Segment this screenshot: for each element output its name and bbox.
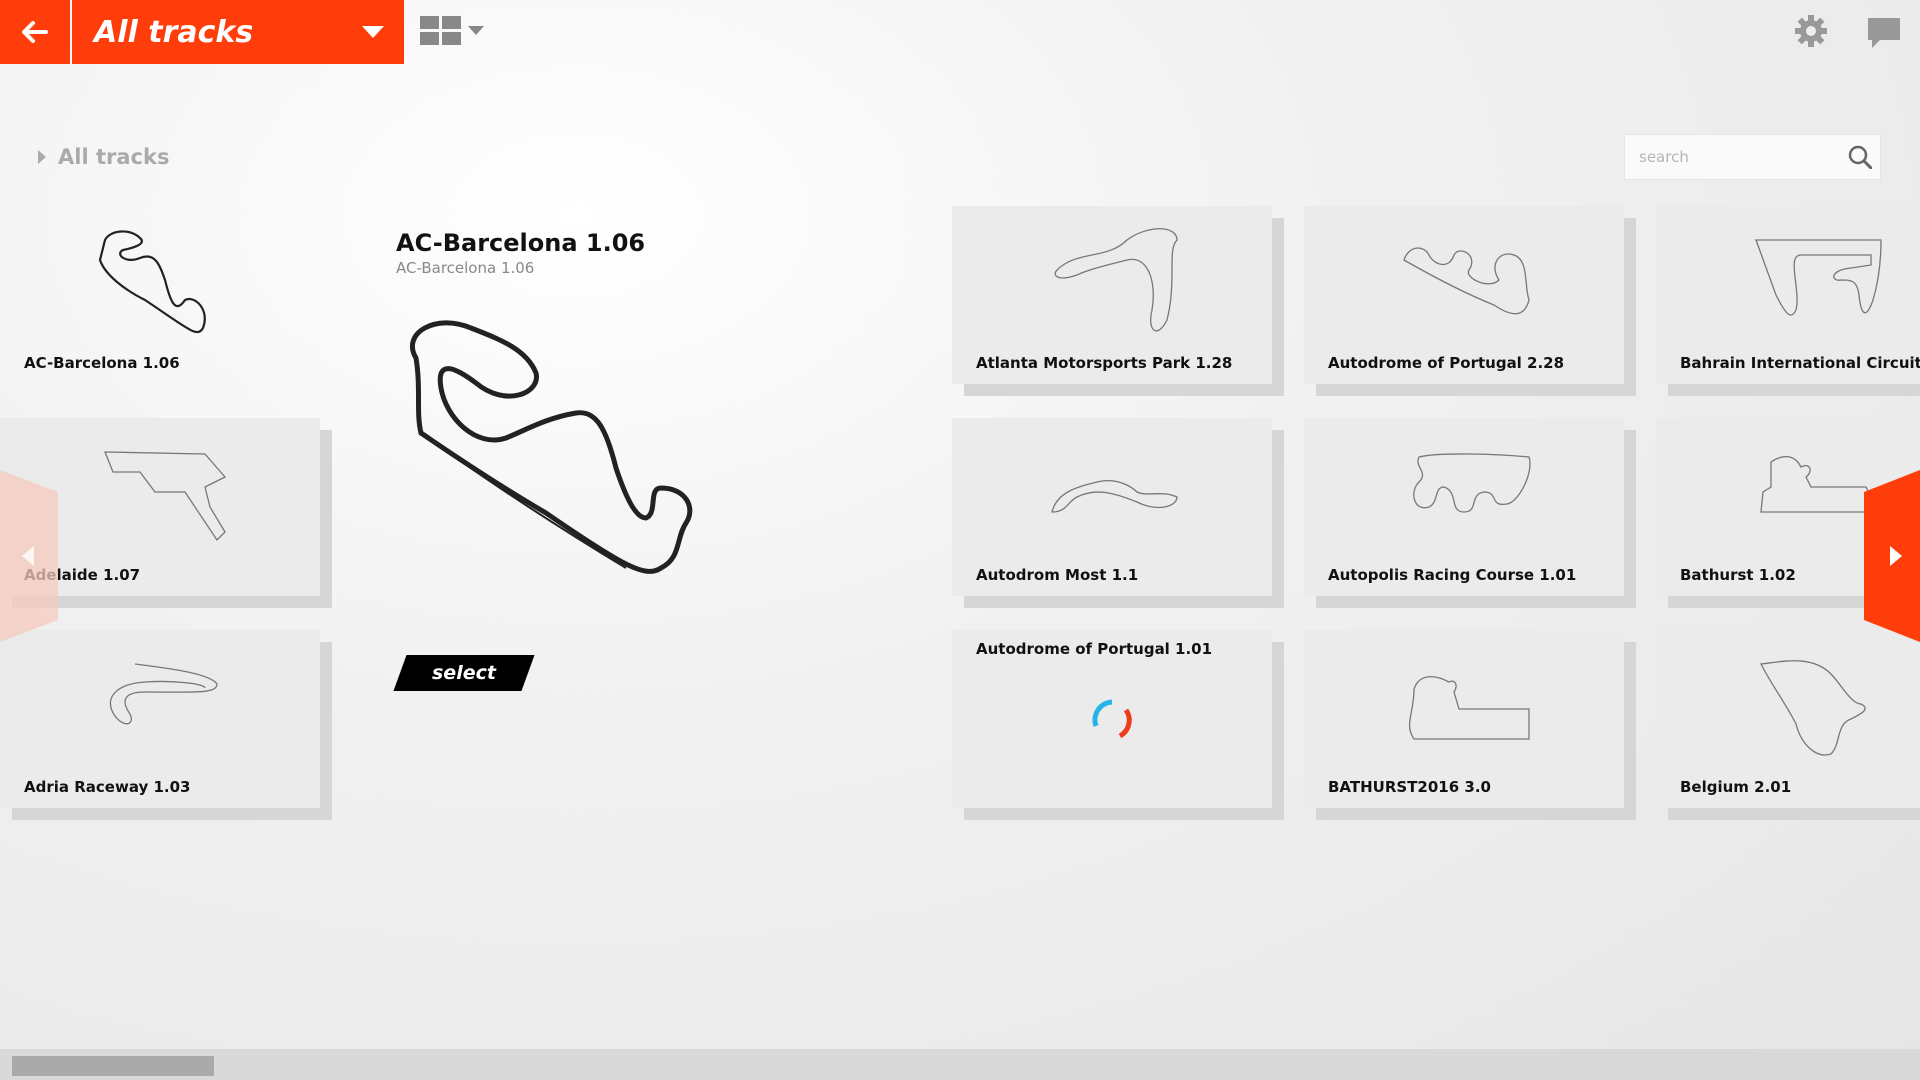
back-button[interactable] xyxy=(0,0,70,64)
chevron-down-icon xyxy=(468,26,484,35)
track-map-thumbnail xyxy=(104,451,227,542)
track-name: Adria Raceway 1.03 xyxy=(24,778,191,796)
track-card[interactable]: Bahrain International Circuit 1.5 xyxy=(1656,206,1920,384)
track-card[interactable]: BATHURST2016 3.0 xyxy=(1304,630,1624,808)
previous-page-button[interactable] xyxy=(0,470,58,642)
chevron-right-icon xyxy=(38,150,46,164)
track-map-thumbnail xyxy=(1408,676,1530,740)
grid-view-icon xyxy=(420,16,461,45)
select-button[interactable]: select xyxy=(393,655,535,691)
search-icon[interactable] xyxy=(1840,145,1880,169)
track-map-thumbnail xyxy=(1403,247,1530,315)
track-map-thumbnail xyxy=(1759,660,1866,756)
arrow-left-icon xyxy=(22,21,48,43)
view-mode-toggle[interactable] xyxy=(420,16,484,46)
track-card[interactable]: Autodrom Most 1.1 xyxy=(952,418,1272,596)
track-name: Autodrome of Portugal 2.28 xyxy=(1328,354,1565,372)
preview-title: AC-Barcelona 1.06 xyxy=(396,229,646,257)
chat-icon[interactable] xyxy=(1868,18,1900,48)
page-title: All tracks xyxy=(94,14,254,50)
track-filter-dropdown[interactable]: All tracks xyxy=(72,0,404,64)
breadcrumb[interactable]: All tracks xyxy=(38,145,169,169)
track-card[interactable]: Autodrome of Portugal 2.28 xyxy=(1304,206,1624,384)
track-name: Bahrain International Circuit 1.5 xyxy=(1680,354,1920,372)
horizontal-scrollbar[interactable] xyxy=(0,1049,1920,1080)
track-card[interactable]: Atlanta Motorsports Park 1.28 xyxy=(952,206,1272,384)
gear-icon[interactable] xyxy=(1794,14,1828,48)
search-box[interactable] xyxy=(1624,134,1881,180)
preview-subtitle: AC-Barcelona 1.06 xyxy=(396,259,535,277)
track-name: Atlanta Motorsports Park 1.28 xyxy=(976,354,1233,372)
scrollbar-thumb[interactable] xyxy=(12,1056,214,1076)
breadcrumb-label: All tracks xyxy=(58,145,170,169)
track-map-thumbnail xyxy=(98,230,206,334)
track-map-thumbnail xyxy=(1054,228,1178,332)
track-name: Bathurst 1.02 xyxy=(1680,566,1796,584)
track-map-thumbnail xyxy=(1051,480,1178,513)
track-name: Autodrom Most 1.1 xyxy=(976,566,1139,584)
track-map-thumbnail xyxy=(109,663,218,725)
track-card[interactable]: AC-Barcelona 1.06 xyxy=(0,206,320,384)
track-map-thumbnail xyxy=(1413,453,1531,513)
track-name: Belgium 2.01 xyxy=(1680,778,1792,796)
track-map-thumbnail xyxy=(1755,239,1882,316)
loading-spinner-icon xyxy=(1092,699,1132,739)
chevron-down-icon xyxy=(362,26,384,38)
select-button-label: select xyxy=(432,662,496,684)
track-name: Autopolis Racing Course 1.01 xyxy=(1328,566,1577,584)
track-name: AC-Barcelona 1.06 xyxy=(24,354,180,372)
track-name: Autodrome of Portugal 1.01 xyxy=(976,640,1213,658)
search-input[interactable] xyxy=(1625,135,1840,179)
track-card[interactable]: Belgium 2.01 xyxy=(1656,630,1920,808)
track-card[interactable]: Autopolis Racing Course 1.01 xyxy=(1304,418,1624,596)
next-page-button[interactable] xyxy=(1864,470,1920,642)
track-card[interactable]: Autodrome of Portugal 1.01 xyxy=(952,630,1272,808)
track-name: BATHURST2016 3.0 xyxy=(1328,778,1491,796)
track-map-preview xyxy=(409,320,693,574)
track-card[interactable]: Adria Raceway 1.03 xyxy=(0,630,320,808)
